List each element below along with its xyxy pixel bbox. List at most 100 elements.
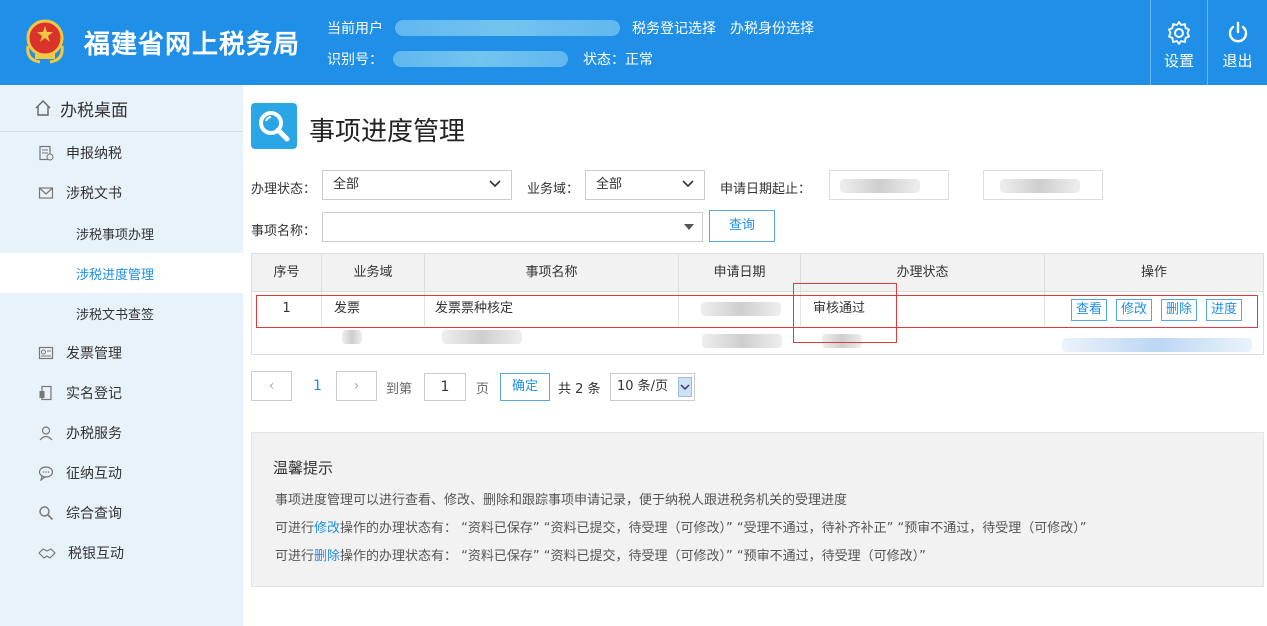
date-start-redacted	[840, 179, 920, 193]
search-icon	[39, 506, 54, 521]
top-header: 福建省网上税务局 当前用户 税务登记选择 办税身份选择 识别号： 状态：正常 设…	[0, 0, 1267, 85]
sidebar-label: 发票管理	[66, 346, 122, 362]
service-icon	[39, 426, 53, 441]
tips-line-1: 事项进度管理可以进行查看、修改、删除和跟踪事项申请记录，便于纳税人跟进税务机关的…	[275, 493, 848, 508]
date-range-label: 申请日期起止：	[720, 182, 812, 197]
tax-emblem-icon	[26, 19, 64, 64]
sidebar-label: 综合查询	[66, 506, 122, 522]
sidebar-label: 税银互动	[68, 546, 124, 562]
chevron-down-icon	[682, 180, 694, 188]
status-filter-select[interactable]: 全部	[322, 170, 512, 200]
tips-text: 操作的办理状态有： “资料已保存” “资料已提交，待受理（可修改）” “预审不通…	[340, 549, 926, 564]
sidebar-item-home[interactable]: 办税桌面	[0, 85, 243, 132]
sidebar-label: 办税服务	[66, 426, 122, 442]
invoice-icon	[38, 346, 54, 360]
goto-label: 到第	[386, 382, 413, 397]
row-date	[679, 292, 801, 326]
delete-button[interactable]: 删除	[1161, 299, 1197, 321]
page-confirm-button[interactable]: 确定	[500, 373, 550, 401]
tips-delete-keyword: 删除	[314, 549, 341, 564]
sidebar-item-tax-report[interactable]: 申报纳税	[0, 133, 243, 173]
caret-down-icon	[684, 224, 694, 230]
main-content: 事项进度管理 办理状态： 全部 业务域： 全部 申请日期起止： 事项名称： 查询…	[243, 85, 1267, 626]
site-title: 福建省网上税务局	[84, 30, 301, 60]
logout-button[interactable]: 退出	[1207, 0, 1267, 85]
next-page-button[interactable]: ›	[336, 371, 377, 401]
tax-registration-link[interactable]: 税务登记选择	[632, 18, 716, 38]
domain-filter-label: 业务域：	[527, 182, 580, 197]
tips-line-2: 可进行修改操作的办理状态有： “资料已保存” “资料已提交，待受理（可修改）” …	[275, 517, 1086, 536]
total-count: 共 2 条	[558, 382, 601, 397]
row2-redacted	[442, 330, 522, 344]
sidebar-subitem-tax-matters[interactable]: 涉税事项办理	[0, 213, 243, 253]
home-icon	[35, 100, 51, 116]
current-user-label: 当前用户	[327, 21, 383, 37]
row2-actions-redacted	[1062, 338, 1252, 352]
id-number-label: 识别号：	[327, 52, 383, 68]
table-header: 序号 业务域 事项名称 申请日期 办理状态 操作	[252, 254, 1263, 292]
sidebar-item-realname[interactable]: 实名登记	[0, 373, 243, 413]
sidebar-item-tax-documents[interactable]: 涉税文书	[0, 173, 243, 213]
id-number-redacted	[393, 51, 568, 67]
progress-table: 序号 业务域 事项名称 申请日期 办理状态 操作 1 发票 发票票种核定 审核通…	[251, 253, 1264, 355]
date-end-redacted	[1000, 179, 1080, 193]
row-index: 1	[252, 292, 322, 326]
prev-page-button[interactable]: ‹	[251, 371, 292, 401]
status-filter-label: 办理状态：	[251, 182, 317, 197]
view-button[interactable]: 查看	[1071, 299, 1107, 321]
sidebar-subitem-document-signing[interactable]: 涉税文书查签	[0, 293, 243, 333]
mail-icon	[38, 187, 54, 199]
row2-redacted	[822, 334, 862, 348]
account-status: 状态：正常	[583, 52, 653, 68]
page-title: 事项进度管理	[309, 117, 466, 147]
domain-filter-select[interactable]: 全部	[585, 170, 705, 200]
chat-icon	[38, 466, 54, 481]
sidebar-label: 申报纳税	[66, 146, 122, 162]
sidebar-subitem-progress-management[interactable]: 涉税进度管理	[0, 253, 243, 293]
tax-identity-link[interactable]: 办税身份选择	[730, 18, 814, 38]
page-input[interactable]: 1	[424, 373, 466, 401]
sidebar-item-query[interactable]: 综合查询	[0, 493, 243, 533]
row-domain: 发票	[322, 292, 425, 326]
row2-redacted	[702, 334, 782, 348]
dropdown-arrow-icon	[678, 377, 692, 397]
query-button[interactable]: 查询	[709, 210, 775, 242]
item-name-select[interactable]	[322, 212, 703, 242]
tips-title: 温馨提示	[273, 459, 334, 477]
page-unit-label: 页	[476, 382, 490, 397]
sidebar-label: 实名登记	[66, 386, 122, 402]
page-number-current[interactable]: 1	[313, 378, 322, 394]
logout-label: 退出	[1222, 52, 1253, 70]
sidebar-item-service[interactable]: 办税服务	[0, 413, 243, 453]
tips-panel: 温馨提示 事项进度管理可以进行查看、修改、删除和跟踪事项申请记录，便于纳税人跟进…	[251, 432, 1264, 587]
sidebar-item-invoice[interactable]: 发票管理	[0, 333, 243, 373]
chevron-down-icon	[489, 180, 501, 188]
sidebar-home-label: 办税桌面	[60, 100, 128, 121]
row-actions: 查看 修改 删除 进度	[1045, 292, 1263, 326]
edit-button[interactable]: 修改	[1116, 299, 1152, 321]
progress-button[interactable]: 进度	[1206, 299, 1242, 321]
col-header-actions: 操作	[1140, 265, 1167, 280]
tips-line-3: 可进行删除操作的办理状态有： “资料已保存” “资料已提交，待受理（可修改）” …	[275, 545, 926, 564]
col-header-status: 办理状态	[801, 254, 1045, 292]
row2-redacted	[342, 330, 362, 344]
realname-icon	[39, 385, 52, 401]
settings-button[interactable]: 设置	[1150, 0, 1207, 85]
gear-icon	[1168, 21, 1190, 45]
date-start-input[interactable]	[829, 170, 949, 200]
tips-text: 操作的办理状态有： “资料已保存” “资料已提交，待受理（可修改）” “受理不通…	[340, 521, 1087, 536]
row-status: 审核通过	[801, 292, 1045, 326]
col-header-item: 事项名称	[425, 254, 679, 292]
tips-text: 可进行	[275, 521, 315, 536]
status-filter-value: 全部	[333, 177, 360, 192]
sidebar-item-interaction[interactable]: 征纳互动	[0, 453, 243, 493]
col-header-index: 序号	[252, 254, 322, 292]
page-size-select[interactable]: 10 条/页	[610, 373, 695, 401]
row-item: 发票票种核定	[425, 292, 679, 326]
date-end-input[interactable]	[983, 170, 1103, 200]
item-name-label: 事项名称：	[251, 224, 317, 239]
sidebar-label: 涉税文书	[66, 186, 122, 202]
tips-text: 可进行	[275, 549, 315, 564]
power-icon	[1228, 21, 1247, 43]
sidebar-item-bank[interactable]: 税银互动	[0, 533, 243, 573]
